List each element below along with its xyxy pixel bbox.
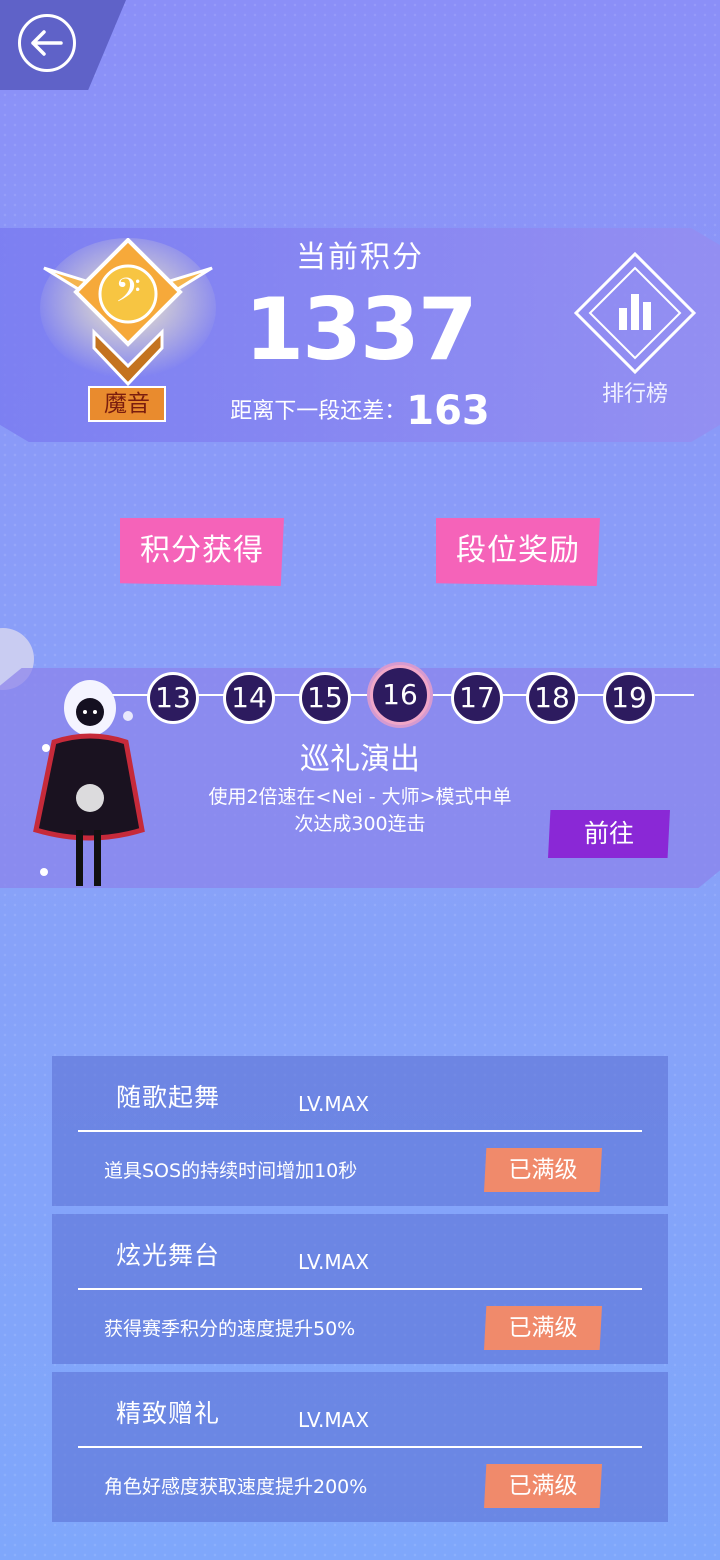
skill-card: 随歌起舞 LV.MAX 道具SOS的持续时间增加10秒 已满级: [52, 1056, 668, 1206]
back-button[interactable]: [18, 14, 76, 72]
go-button[interactable]: 前往: [548, 810, 670, 858]
skill-name: 炫光舞台: [116, 1241, 221, 1270]
skill-divider: [78, 1130, 642, 1132]
next-tier-label: 距离下一段还差：: [230, 399, 407, 424]
bar-chart-diamond-icon: [573, 251, 697, 375]
skill-divider: [78, 1288, 642, 1290]
level-node-15[interactable]: 15: [299, 672, 351, 724]
skill-level: LV.MAX: [298, 1250, 370, 1274]
task-description: 使用2倍速在<Nei - 大师>模式中单 次达成300连击: [190, 784, 530, 838]
skill-description: 道具SOS的持续时间增加10秒: [104, 1160, 358, 1182]
character-illustration: [33, 680, 145, 886]
task-description-line-1: 使用2倍速在<Nei - 大师>模式中单: [208, 786, 512, 808]
skill-maxed-button[interactable]: 已满级: [484, 1306, 602, 1350]
next-tier-value: 163: [406, 388, 490, 434]
level-node-18[interactable]: 18: [526, 672, 578, 724]
level-node-13[interactable]: 13: [147, 672, 199, 724]
points-gain-button[interactable]: 积分获得: [120, 518, 284, 586]
skill-card: 炫光舞台 LV.MAX 获得赛季积分的速度提升50% 已满级: [52, 1214, 668, 1364]
tier-rewards-button[interactable]: 段位奖励: [436, 518, 600, 586]
task-description-line-2: 次达成300连击: [294, 813, 426, 835]
leaderboard-button[interactable]: 排行榜: [570, 250, 700, 410]
skill-level: LV.MAX: [298, 1092, 370, 1116]
task-title: 巡礼演出: [300, 742, 420, 777]
level-node-17[interactable]: 17: [451, 672, 503, 724]
skill-name: 随歌起舞: [116, 1083, 221, 1112]
skill-maxed-button[interactable]: 已满级: [484, 1464, 602, 1508]
skill-card: 精致赠礼 LV.MAX 角色好感度获取速度提升200% 已满级: [52, 1372, 668, 1522]
leaderboard-label: 排行榜: [601, 382, 668, 407]
skill-name: 精致赠礼: [116, 1399, 221, 1428]
skill-divider: [78, 1446, 642, 1448]
skill-description: 角色好感度获取速度提升200%: [104, 1476, 368, 1498]
skill-maxed-button[interactable]: 已满级: [484, 1148, 602, 1192]
level-node-16-current[interactable]: 16: [370, 665, 430, 725]
skill-level: LV.MAX: [298, 1408, 370, 1432]
level-node-19[interactable]: 19: [603, 672, 655, 724]
level-node-14[interactable]: 14: [223, 672, 275, 724]
skill-description: 获得赛季积分的速度提升50%: [104, 1318, 356, 1340]
back-arrow-icon: [31, 30, 63, 56]
